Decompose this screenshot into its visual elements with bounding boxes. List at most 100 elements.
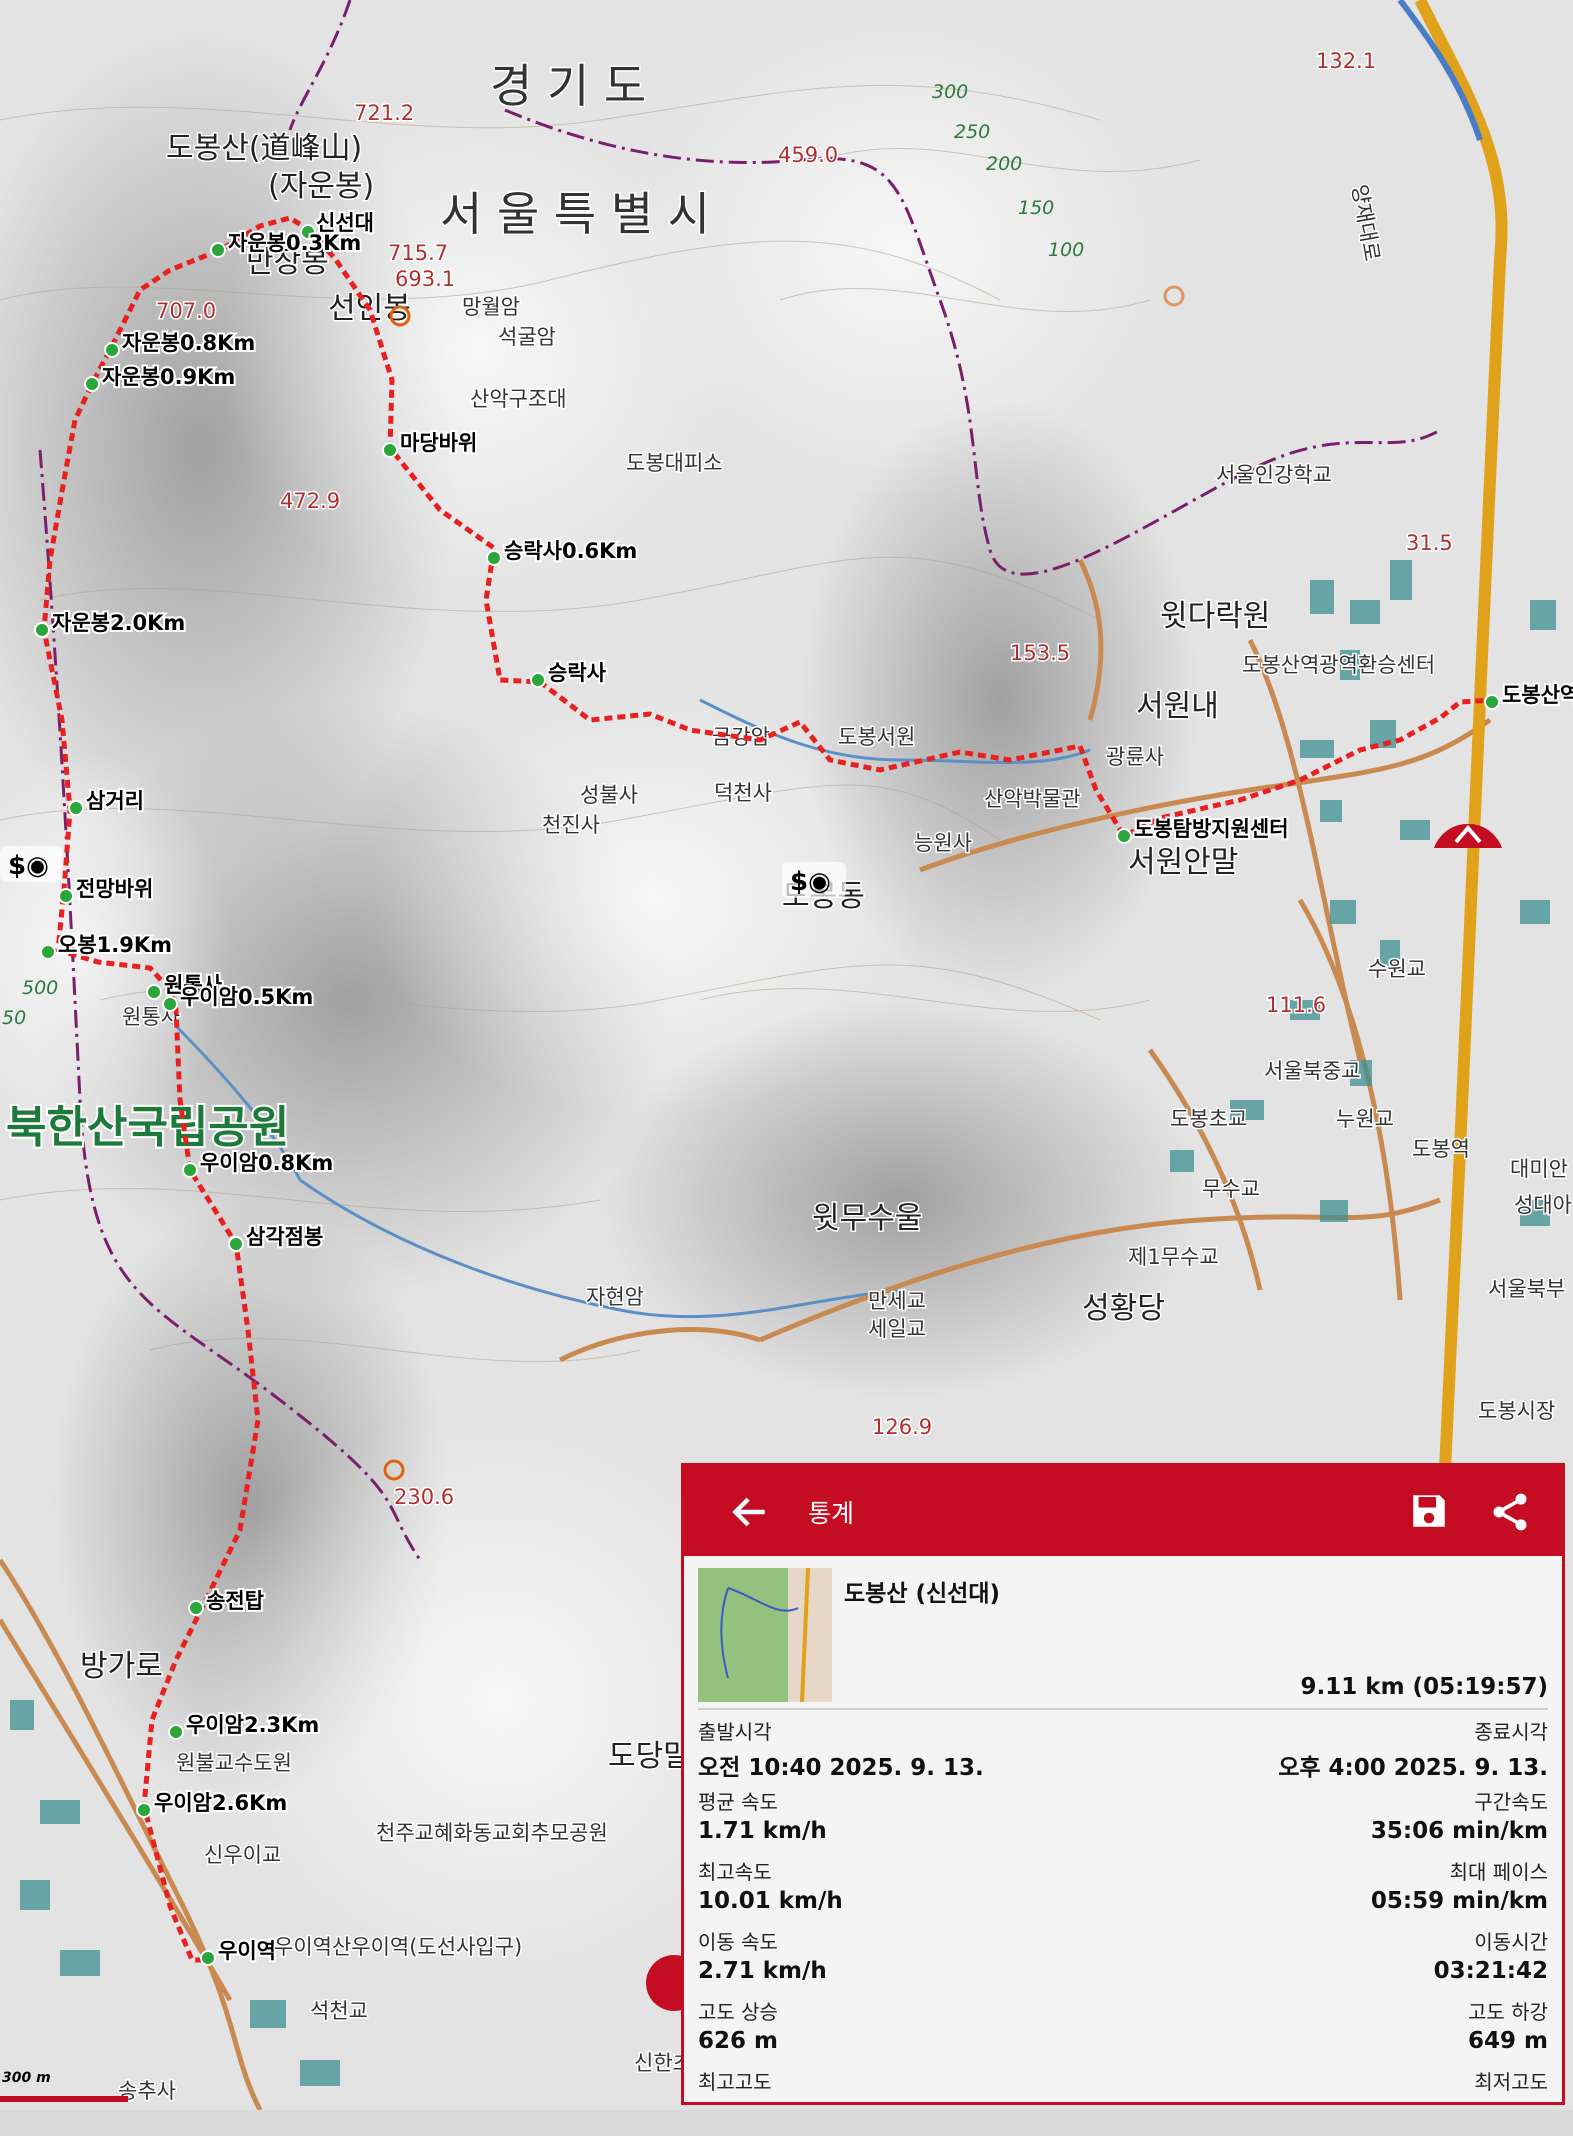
place-label: 서울인강학교 — [1216, 463, 1332, 487]
place-label: 석천교 — [310, 1999, 368, 2023]
waypoint-marker: 자운봉2.0Km — [34, 609, 187, 638]
share-icon[interactable] — [1488, 1490, 1532, 1534]
stat-value: 2.71 km/h — [698, 1958, 827, 1984]
waypoint-marker: 자운봉0.3Km — [210, 229, 363, 258]
place-label: 서원안말 — [1128, 845, 1238, 880]
waypoint-marker: 우이암0.5Km — [162, 983, 315, 1012]
stat-label: 최대 페이스 — [1449, 1860, 1548, 1884]
waypoint-label: 우이암2.3Km — [186, 1713, 319, 1737]
stat-row: 이동 속도 2.71 km/h 이동시간 03:21:42 — [698, 1926, 1548, 1996]
stat-row: 최고속도 10.01 km/h 최대 페이스 05:59 min/km — [698, 1856, 1548, 1926]
atm-icon: $◉ — [782, 862, 846, 898]
place-label: 무수교 — [1202, 1177, 1260, 1201]
svg-text:$◉: $◉ — [790, 867, 831, 897]
stat-value: 오전 10:40 2025. 9. 13. — [698, 1755, 984, 1781]
place-label: 성대아 — [1514, 1193, 1572, 1217]
peak-label: 126.9 — [872, 1415, 932, 1439]
stat-row: 평균 속도 1.71 km/h 구간속도 35:06 min/km — [698, 1786, 1548, 1856]
svg-text:$◉: $◉ — [8, 851, 49, 881]
waypoint-label: 삼거리 — [86, 789, 144, 813]
track-thumbnail[interactable] — [698, 1568, 832, 1702]
save-icon[interactable] — [1408, 1490, 1450, 1532]
place-label: 능원사 — [914, 831, 972, 855]
peak-label: 31.5 — [1406, 531, 1453, 555]
waypoint-label: 우이암0.8Km — [200, 1151, 333, 1175]
waypoint-label: 전망바위 — [76, 877, 153, 901]
stat-label: 구간속도 — [1474, 1790, 1548, 1814]
peak-label: 693.1 — [395, 267, 455, 291]
place-label: 성황당 — [1082, 1291, 1165, 1326]
mountain-subname: (자운봉) — [268, 169, 374, 204]
place-label: 윗다락원 — [1160, 599, 1270, 634]
contour-label: 300 — [932, 81, 968, 103]
stat-label: 출발시각 — [698, 1720, 772, 1744]
waypoint-label: 자운봉0.3Km — [228, 231, 361, 255]
waypoint-label: 자운봉2.0Km — [52, 611, 185, 635]
peak-label: 230.6 — [394, 1485, 454, 1509]
track-total: 9.11 km (05:19:57) — [1300, 1674, 1548, 1700]
stats-grid: 출발시각 오전 10:40 2025. 9. 13. 종료시각 오후 4:00 … — [698, 1716, 1548, 2136]
place-label: 서울북중교 — [1264, 1059, 1361, 1083]
place-label: 도봉시장 — [1478, 1399, 1555, 1423]
stat-value: 649 m — [1468, 2028, 1548, 2054]
waypoint-label: 오봉1.9Km — [58, 933, 172, 957]
waypoint-label: 우이암2.6Km — [154, 1791, 287, 1815]
place-label: 원불교수도원 — [176, 1751, 292, 1775]
waypoint-label: 송전탑 — [206, 1589, 264, 1613]
stat-row: 고도 상승 626 m 고도 하강 649 m — [698, 1996, 1548, 2066]
contour-label: 250 — [954, 121, 990, 143]
trailhead-label: 우이역산우이역(도선사입구) — [274, 1935, 522, 1959]
waypoint-marker: 우이암0.8Km — [182, 1149, 335, 1178]
stat-label: 고도 상승 — [698, 2000, 778, 2024]
stat-row: 최고고도 최저고도 — [698, 2066, 1548, 2136]
waypoint-label: 자운봉0.9Km — [102, 365, 235, 389]
place-label: 성불사 — [580, 783, 638, 807]
peak-label: 459.0 — [778, 143, 838, 167]
stat-label: 이동시간 — [1474, 1930, 1548, 1954]
waypoint-label: 자운봉0.8Km — [122, 331, 255, 355]
map-scale-label: 300 m — [2, 2070, 51, 2086]
track-summary: 도봉산 (신선대) 9.11 km (05:19:57) — [698, 1566, 1548, 1710]
stat-label: 최고속도 — [698, 1860, 772, 1884]
mountain-name: 도봉산(道峰山) — [166, 131, 362, 166]
stat-value: 626 m — [698, 2028, 778, 2054]
peak-label: 715.7 — [388, 241, 448, 265]
waypoint-marker: 우이암2.6Km — [136, 1789, 289, 1818]
place-label: 누원교 — [1336, 1107, 1394, 1131]
province-label: 경 기 도 — [490, 59, 646, 113]
stat-label: 최고고도 — [698, 2070, 772, 2094]
back-arrow-icon[interactable] — [728, 1490, 772, 1534]
place-label: 자현암 — [586, 1285, 644, 1309]
peak-label: 472.9 — [280, 489, 340, 513]
stat-value: 03:21:42 — [1433, 1958, 1548, 1984]
place-label: 덕천사 — [714, 781, 772, 805]
place-label: 제1무수교 — [1128, 1245, 1219, 1269]
peak-label: 707.0 — [156, 299, 216, 323]
stat-label: 고도 하강 — [1468, 2000, 1548, 2024]
waypoint-label: 승락사0.6Km — [504, 539, 637, 563]
waypoint-label: 우이역 — [218, 1939, 276, 1963]
stat-value: 10.01 km/h — [698, 1888, 843, 1914]
stat-label: 종료시각 — [1474, 1720, 1548, 1744]
statistics-panel: 통계 도봉산 (신선대) 9.11 km (05:19:57) 출발시각 오전 … — [681, 1463, 1565, 2105]
place-label: 방가로 — [80, 1649, 163, 1684]
contour-label: 50 — [2, 1007, 26, 1029]
waypoint-marker: 자운봉0.8Km — [104, 329, 257, 358]
stat-label: 이동 속도 — [698, 1930, 778, 1954]
waypoint-marker: 도봉탐방지원센터 — [1116, 815, 1291, 844]
waypoint-marker: 자운봉0.9Km — [84, 363, 237, 392]
peak-label: 111.6 — [1266, 993, 1326, 1017]
contour-label: 100 — [1048, 239, 1084, 261]
place-label: 망월암 — [462, 295, 520, 319]
place-label: 산악박물관 — [984, 787, 1081, 811]
waypoint-marker: 오봉1.9Km — [40, 931, 174, 960]
waypoint-label: 마당바위 — [400, 431, 477, 455]
atm-icon: $◉ — [0, 846, 62, 882]
place-label: 석굴암 — [498, 325, 556, 349]
place-label: 서울북부 — [1488, 1277, 1565, 1301]
waypoint-marker: 우이암2.3Km — [168, 1711, 321, 1740]
stat-value: 오후 4:00 2025. 9. 13. — [1278, 1755, 1548, 1781]
place-label: 도봉산역광역환승센터 — [1242, 653, 1435, 677]
peak-label: 153.5 — [1010, 641, 1070, 665]
place-label: 신우이교 — [204, 1843, 281, 1867]
